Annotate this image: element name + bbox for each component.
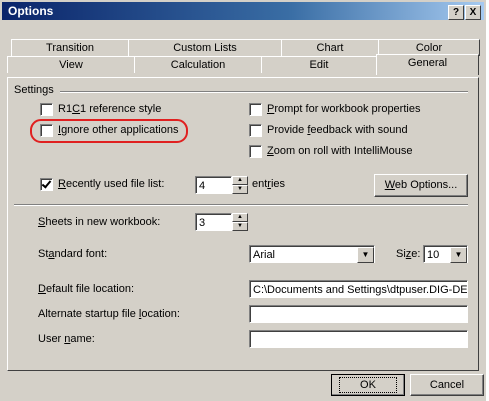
label-text: ame:: [70, 333, 95, 345]
label-text: ent: [252, 178, 268, 190]
ok-label: OK: [339, 377, 397, 393]
label-text: ies: [270, 178, 286, 190]
label-text: User: [38, 333, 65, 345]
tab-label: View: [59, 59, 83, 71]
sheets-label: Sheets in new workbook:: [38, 216, 160, 228]
tab-custom-lists[interactable]: Custom Lists: [128, 39, 282, 56]
label-text: rompt for workbook properties: [274, 103, 421, 115]
standard-font-label: Standard font:: [38, 248, 107, 260]
dialog-title: Options: [8, 4, 54, 18]
tab-chart[interactable]: Chart: [281, 39, 379, 56]
alternate-location-input[interactable]: [249, 305, 468, 323]
settings-group-label: Settings: [14, 84, 54, 96]
tab-view[interactable]: View: [7, 56, 135, 73]
highlight-ring: [30, 119, 188, 143]
user-name-input[interactable]: [249, 330, 468, 348]
section-divider: [14, 204, 468, 206]
recent-files-spinner[interactable]: ▲ ▼: [232, 176, 248, 194]
close-icon: X: [469, 7, 477, 18]
label-text: ecently used file list:: [65, 178, 165, 190]
cancel-button[interactable]: Cancel: [410, 374, 484, 396]
tab-label: Color: [415, 42, 443, 54]
label-text: e:: [411, 248, 421, 260]
spin-up-icon[interactable]: ▲: [232, 213, 248, 222]
label-text: heets in new workbook:: [45, 216, 161, 228]
prompt-properties-label: Prompt for workbook properties: [267, 103, 420, 115]
feedback-sound-label: Provide feedback with sound: [267, 124, 408, 136]
chevron-down-icon[interactable]: ▼: [357, 247, 374, 263]
label-text: ndard font:: [54, 248, 108, 260]
font-size-label: Size:: [396, 248, 420, 260]
feedback-sound-checkbox[interactable]: [249, 124, 262, 137]
tab-label: Calculation: [170, 59, 226, 71]
tab-label: Chart: [316, 42, 344, 54]
web-options-button[interactable]: Web Options...: [374, 174, 468, 197]
label-accelerator: D: [38, 283, 46, 295]
ok-button[interactable]: OK: [331, 374, 405, 396]
sheets-count-input[interactable]: 3: [195, 213, 232, 231]
tab-label: Custom Lists: [173, 42, 237, 54]
label-text: St: [38, 248, 49, 260]
label-accelerator: C: [72, 103, 81, 115]
spin-down-icon[interactable]: ▼: [232, 185, 248, 194]
default-location-input[interactable]: C:\Documents and Settings\dtpuser.DIG-DE…: [249, 280, 468, 298]
spin-down-icon[interactable]: ▼: [232, 222, 248, 231]
label-text: eb Options...: [394, 179, 458, 191]
label-text: eedback with sound: [310, 124, 408, 136]
tab-general[interactable]: General: [376, 54, 479, 75]
select-value: 10: [427, 249, 440, 261]
default-location-label: Default file location:: [38, 283, 134, 295]
tab-label: General: [407, 57, 448, 69]
prompt-properties-checkbox[interactable]: [249, 103, 262, 116]
label-accelerator: Z: [267, 145, 274, 157]
label-text: Provide: [267, 124, 308, 136]
close-button[interactable]: X: [465, 5, 481, 20]
zoom-intellimouse-checkbox[interactable]: [249, 145, 262, 158]
entries-label: entries: [252, 178, 285, 190]
zoom-intellimouse-label: Zoom on roll with IntelliMouse: [267, 145, 413, 157]
label-text: R1: [58, 103, 73, 115]
tab-edit[interactable]: Edit: [261, 56, 377, 73]
tab-label: Edit: [309, 59, 329, 71]
label-accelerator: W: [384, 179, 395, 191]
recent-files-label: Recently used file list:: [58, 178, 164, 190]
label-text: efault file location:: [45, 283, 135, 295]
tab-label: Transition: [46, 42, 94, 54]
recent-files-count-input[interactable]: 4: [195, 176, 232, 194]
options-dialog: Options ? X Transition Custom Lists Char…: [0, 0, 486, 401]
help-button[interactable]: ?: [448, 5, 464, 20]
label-text: Si: [396, 248, 406, 260]
r1c1-label: R1C1 reference style: [58, 103, 161, 115]
spin-up-icon[interactable]: ▲: [232, 176, 248, 185]
tab-transition[interactable]: Transition: [11, 39, 129, 56]
label-text: oom on roll with IntelliMouse: [273, 145, 413, 157]
recent-files-checkbox[interactable]: [40, 178, 53, 191]
help-icon: ?: [452, 7, 460, 18]
label-text: 1 reference style: [80, 103, 162, 115]
sheets-spinner[interactable]: ▲ ▼: [232, 213, 248, 231]
label-text: Alternate startup file: [38, 308, 139, 320]
alternate-location-label: Alternate startup file location:: [38, 308, 180, 320]
select-value: Arial: [253, 249, 276, 261]
title-bar[interactable]: Options ? X: [2, 2, 484, 20]
label-text: ocation:: [141, 308, 180, 320]
chevron-down-icon[interactable]: ▼: [450, 247, 467, 263]
r1c1-checkbox[interactable]: [40, 103, 53, 116]
user-name-label: User name:: [38, 333, 95, 345]
settings-divider: [60, 91, 468, 93]
tab-calculation[interactable]: Calculation: [134, 56, 262, 73]
label-accelerator: R: [58, 178, 66, 190]
